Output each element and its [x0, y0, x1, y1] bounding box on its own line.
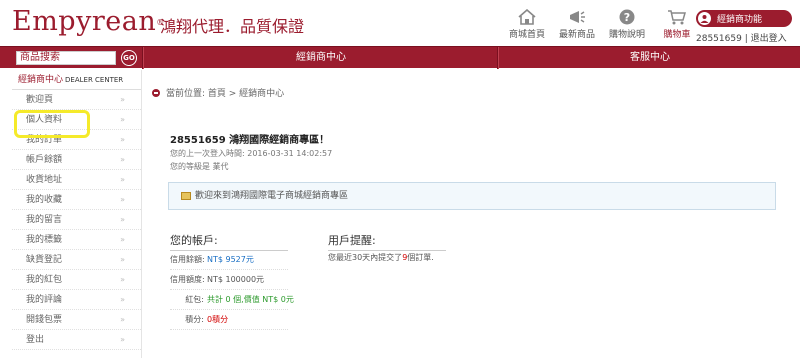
- member-id: 28551659: [696, 34, 742, 44]
- sidebar-item-logout[interactable]: 登出»: [12, 330, 141, 350]
- reminder-title: 用戶提醒:: [328, 232, 446, 251]
- home-icon: [518, 9, 536, 25]
- tab-service-center[interactable]: 客服中心: [500, 47, 800, 69]
- sidebar-item-wallet[interactable]: 開錢包票»: [12, 310, 141, 330]
- member-level: 您的等級是 業代: [170, 162, 229, 171]
- account-row-points: 積分: 0積分: [170, 310, 288, 330]
- brand-logo[interactable]: Empyrean®: [12, 6, 165, 37]
- last-login: 您的上一次登入時間: 2016-03-31 14:02:57: [170, 149, 333, 158]
- chevron-right-icon: »: [120, 95, 125, 104]
- bullet-icon: [152, 88, 160, 97]
- nav-shopping-guide[interactable]: ? 購物說明: [603, 9, 651, 40]
- chevron-right-icon: »: [120, 335, 125, 344]
- svg-text:?: ?: [624, 11, 630, 24]
- search-input[interactable]: 商品搜索: [16, 51, 116, 65]
- nav-new-products[interactable]: 最新商品: [553, 9, 601, 40]
- notice-banner: 歡迎來到鴻翔國際電子商城經銷商專區: [168, 182, 776, 210]
- sidebar-title: 經銷商中心 DEALER CENTER: [12, 70, 141, 90]
- chevron-right-icon: »: [120, 135, 125, 144]
- member-panel: 經銷商功能 28551659 | 退出登入: [696, 10, 796, 44]
- top-nav: 商城首頁 最新商品 ? 購物說明 購物車: [503, 9, 703, 40]
- nav-cart[interactable]: 購物車: [653, 9, 701, 40]
- welcome-heading: 28551659 鴻翔國際經銷商專區！: [170, 135, 330, 146]
- chevron-right-icon: »: [120, 295, 125, 304]
- breadcrumb: 當前位置: 首頁 > 經銷商中心: [152, 86, 284, 99]
- header: Empyrean® 鴻翔代理．品質保證 商城首頁 最新商品 ? 購物說明 購物車: [0, 0, 800, 46]
- account-row-credit-limit: 信用額度: NT$ 100000元: [170, 270, 288, 290]
- account-table: 信用餘額: NT$ 9527元 信用額度: NT$ 100000元 紅包: 共計 0 …: [170, 250, 294, 330]
- tab-dealer-center[interactable]: 經銷商中心: [144, 47, 498, 69]
- reminder-text: 您最近30天內提交了9個訂單.: [328, 253, 434, 262]
- chevron-right-icon: »: [120, 115, 125, 124]
- sidebar-item-red-envelope[interactable]: 我的紅包»: [12, 270, 141, 290]
- sidebar-item-welcome[interactable]: 歡迎頁»: [12, 90, 141, 110]
- user-icon: [698, 12, 711, 25]
- dealer-functions-button[interactable]: 經銷商功能: [696, 10, 792, 27]
- chevron-right-icon: »: [120, 315, 125, 324]
- sidebar-item-reviews[interactable]: 我的評論»: [12, 290, 141, 310]
- account-title: 您的帳戶:: [170, 232, 288, 251]
- megaphone-icon: [570, 11, 585, 23]
- chevron-right-icon: »: [120, 235, 125, 244]
- chevron-right-icon: »: [120, 195, 125, 204]
- sidebar-item-messages[interactable]: 我的留言»: [12, 210, 141, 230]
- chevron-right-icon: »: [120, 155, 125, 164]
- sidebar-item-favorites[interactable]: 我的收藏»: [12, 190, 141, 210]
- brand-tagline: 鴻翔代理．品質保證: [160, 17, 305, 36]
- chevron-right-icon: »: [120, 175, 125, 184]
- highlight-box: [14, 110, 90, 138]
- folder-icon: [181, 192, 191, 200]
- nav-home[interactable]: 商城首頁: [503, 9, 551, 40]
- chevron-right-icon: »: [120, 255, 125, 264]
- sidebar-item-balance[interactable]: 帳戶餘額»: [12, 150, 141, 170]
- account-row-red-envelope: 紅包: 共計 0 個,價值 NT$ 0元: [170, 290, 294, 310]
- welcome-block: 28551659 鴻翔國際經銷商專區！ 您的上一次登入時間: 2016-03-3…: [170, 131, 332, 172]
- page: Empyrean® 鴻翔代理．品質保證 商城首頁 最新商品 ? 購物說明 購物車: [0, 0, 800, 358]
- cart-icon: [668, 10, 686, 25]
- chevron-right-icon: »: [120, 215, 125, 224]
- sidebar-item-address[interactable]: 收貨地址»: [12, 170, 141, 190]
- chevron-right-icon: »: [120, 275, 125, 284]
- sidebar-item-tags[interactable]: 我的標籤»: [12, 230, 141, 250]
- search-go-button[interactable]: GO: [121, 50, 137, 66]
- account-row-credit-balance: 信用餘額: NT$ 9527元: [170, 250, 288, 270]
- main-nav-bar: 商品搜索 GO 經銷商中心 客服中心: [0, 46, 800, 69]
- sidebar-item-stockout[interactable]: 缺貨登記»: [12, 250, 141, 270]
- logout-link[interactable]: 退出登入: [751, 34, 787, 44]
- question-icon: ?: [619, 9, 635, 25]
